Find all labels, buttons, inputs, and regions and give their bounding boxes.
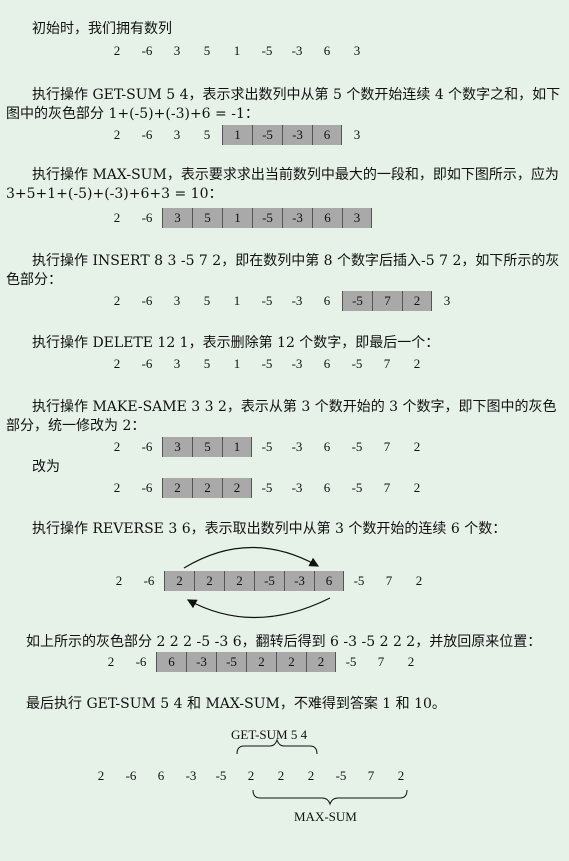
max-sum-label: MAX-SUM	[294, 809, 357, 824]
max-sum-brace	[252, 789, 408, 806]
reverse-arrow-bottom	[186, 597, 331, 619]
get-sum-label: GET-SUM 5 4	[231, 727, 308, 742]
reverse-arrow-top	[183, 546, 320, 569]
